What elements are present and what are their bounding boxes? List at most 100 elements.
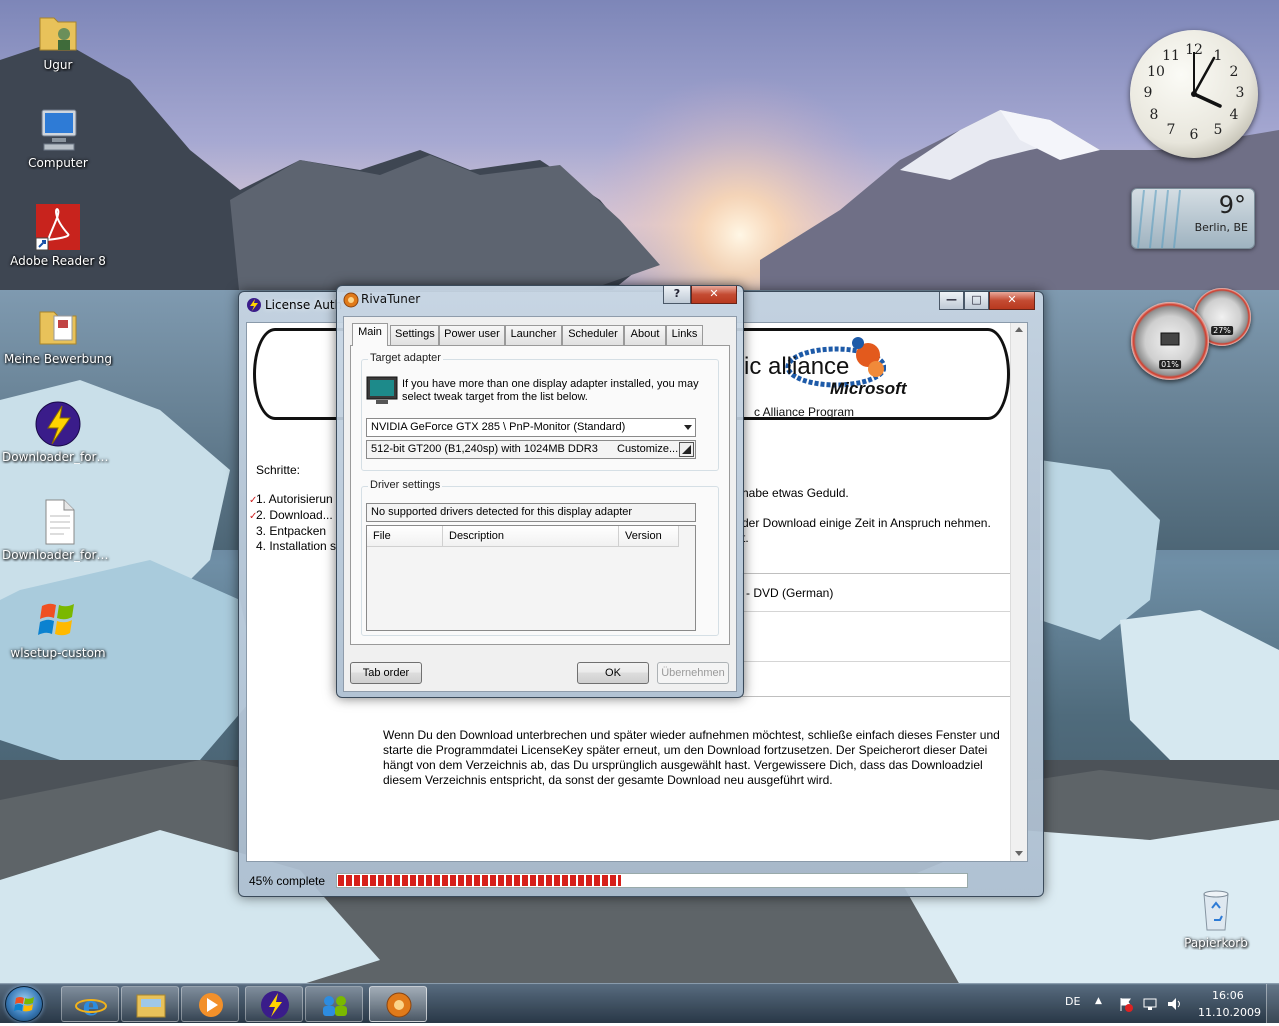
desktop-icon-label: Downloader_for_W... <box>2 548 116 562</box>
check-icon: ✓ <box>249 495 258 506</box>
customize-link[interactable]: Customize... <box>617 443 678 455</box>
tab-settings[interactable]: Settings <box>390 325 439 345</box>
download-row-divider <box>743 661 1013 662</box>
step-item: ✓2. Download... <box>249 508 333 522</box>
taskbar-messenger[interactable] <box>305 986 363 1022</box>
windows-logo-icon <box>14 997 34 1012</box>
rivatuner-dialog[interactable]: RivaTuner ? ✕ Main Settings Power user L… <box>336 285 744 698</box>
monitor-icon <box>366 376 398 404</box>
language-indicator[interactable]: DE <box>1065 995 1080 1008</box>
tab-order-button[interactable]: Tab order <box>350 662 422 684</box>
windows-logo-icon <box>34 596 82 644</box>
volume-icon[interactable] <box>1166 996 1182 1012</box>
tab-scheduler[interactable]: Scheduler <box>562 325 624 345</box>
desktop-icon-downloader-2[interactable]: Downloader_for_W... <box>0 498 116 562</box>
desktop-icon-user[interactable]: Ugur <box>0 8 116 72</box>
clock-date[interactable]: 11.10.2009 <box>1198 1006 1261 1019</box>
computer-icon <box>34 106 82 154</box>
tab-links[interactable]: Links <box>666 325 703 345</box>
clock-gadget[interactable]: 12 1 2 3 4 5 6 7 8 9 10 11 <box>1130 30 1258 158</box>
driver-file-list[interactable]: File Description Version <box>366 525 696 631</box>
resize-triangle-icon <box>682 445 691 454</box>
taskbar-rivatuner[interactable] <box>369 986 427 1022</box>
close-button[interactable]: ✕ <box>691 286 737 304</box>
taskbar-media-player[interactable] <box>181 986 239 1022</box>
minimize-button[interactable]: — <box>939 292 964 310</box>
weather-city: Berlin, BE <box>1194 221 1248 234</box>
column-header-version[interactable]: Version <box>619 526 679 547</box>
main-tab-pane: Target adapter If you have more than one… <box>350 345 730 645</box>
desktop-icon-wlsetup[interactable]: wlsetup-custom <box>0 596 116 660</box>
check-icon: ✓ <box>249 511 258 522</box>
scroll-up-icon[interactable] <box>1015 327 1023 332</box>
weather-rain-icon <box>1137 190 1181 249</box>
desktop-icon-label: Adobe Reader 8 <box>10 254 106 268</box>
adobe-reader-icon <box>34 204 82 252</box>
show-desktop-button[interactable] <box>1266 984 1279 1024</box>
desktop-icon-meine-bewerbung[interactable]: Meine Bewerbung <box>0 302 116 366</box>
user-folder-icon <box>34 8 82 56</box>
desktop-icon-computer[interactable]: Computer <box>0 106 116 170</box>
maximize-button[interactable]: □ <box>964 292 989 310</box>
tab-power-user[interactable]: Power user <box>439 325 505 345</box>
media-player-icon <box>199 993 223 1017</box>
step-item: ✓1. Autorisierun <box>249 492 333 506</box>
steps-heading: Schritte: <box>256 463 301 477</box>
apply-button[interactable]: Übernehmen <box>657 662 729 684</box>
desktop-icon-label: Ugur <box>43 58 73 72</box>
driver-settings-group: Driver settings No supported drivers det… <box>361 479 719 636</box>
start-button[interactable] <box>5 986 43 1022</box>
tab-main[interactable]: Main <box>352 323 388 346</box>
desktop-icon-adobe-reader[interactable]: Adobe Reader 8 <box>0 204 116 268</box>
desktop-icon-downloader-1[interactable]: Downloader_for_W... <box>0 400 116 464</box>
info-paragraph: Wenn Du den Download unterbrechen und sp… <box>383 728 1000 787</box>
customize-button[interactable] <box>679 442 694 457</box>
chevron-down-icon <box>684 425 692 430</box>
close-button[interactable]: ✕ <box>989 292 1035 310</box>
step-item: 3. Entpacken <box>256 524 327 538</box>
cpu-percent: 01% <box>1159 360 1181 369</box>
column-header-description[interactable]: Description <box>443 526 619 547</box>
recycle-bin-icon <box>1192 886 1240 934</box>
adapter-select[interactable]: NVIDIA GeForce GTX 285 \ PnP-Monitor (St… <box>366 418 696 437</box>
taskbar-downloader[interactable] <box>245 986 303 1022</box>
rivatuner-gear-icon <box>343 292 359 308</box>
scroll-down-icon[interactable] <box>1015 851 1023 856</box>
weather-gadget[interactable]: 9° Berlin, BE <box>1131 188 1255 249</box>
taskbar: e DE ▲ 16:06 11.10.2009 <box>0 983 1279 1024</box>
download-item-box: - DVD (German) <box>742 573 1014 697</box>
vertical-scrollbar[interactable] <box>1010 323 1027 861</box>
clock-time[interactable]: 16:06 <box>1212 989 1244 1002</box>
weather-temperature: 9° <box>1218 191 1246 219</box>
tray-expand-icon[interactable]: ▲ <box>1095 996 1102 1006</box>
clock-hands-icon <box>1191 52 1222 108</box>
action-center-flag-icon[interactable] <box>1118 996 1134 1012</box>
status-bar: 45% complete <box>246 870 1028 892</box>
target-adapter-legend: Target adapter <box>368 352 443 364</box>
help-button[interactable]: ? <box>663 286 691 304</box>
taskbar-explorer[interactable] <box>121 986 179 1022</box>
column-header-file[interactable]: File <box>367 526 443 547</box>
target-adapter-group: Target adapter If you have more than one… <box>361 352 719 471</box>
messenger-people-icon <box>323 996 347 1016</box>
step-item: 4. Installation s <box>256 539 337 553</box>
tab-about[interactable]: About <box>624 325 666 345</box>
dialog-title: RivaTuner <box>361 292 421 306</box>
folder-icon <box>34 302 82 350</box>
taskbar-internet-explorer[interactable]: e <box>61 986 119 1022</box>
download-progress-bar <box>336 873 968 888</box>
folder-icon <box>136 994 166 1018</box>
downloader-bolt-icon <box>34 400 82 448</box>
desktop-icon-label: Downloader_for_W... <box>2 450 116 464</box>
downloader-bolt-icon <box>247 298 261 312</box>
network-icon[interactable] <box>1142 996 1158 1012</box>
steps-list: Schritte: ✓1. Autorisierun ✓2. Download.… <box>249 463 337 554</box>
internet-explorer-icon: e <box>75 992 107 1022</box>
memory-percent: 27% <box>1211 326 1233 335</box>
info-line-2a: der Download einige Zeit in Anspruch neh… <box>742 516 991 530</box>
cpu-meter-gadget[interactable]: 01% <box>1131 302 1209 380</box>
tab-launcher[interactable]: Launcher <box>505 325 562 345</box>
svg-text:e: e <box>83 992 100 1022</box>
ok-button[interactable]: OK <box>577 662 649 684</box>
desktop-icon-recycle-bin[interactable]: Papierkorb <box>1158 886 1274 950</box>
